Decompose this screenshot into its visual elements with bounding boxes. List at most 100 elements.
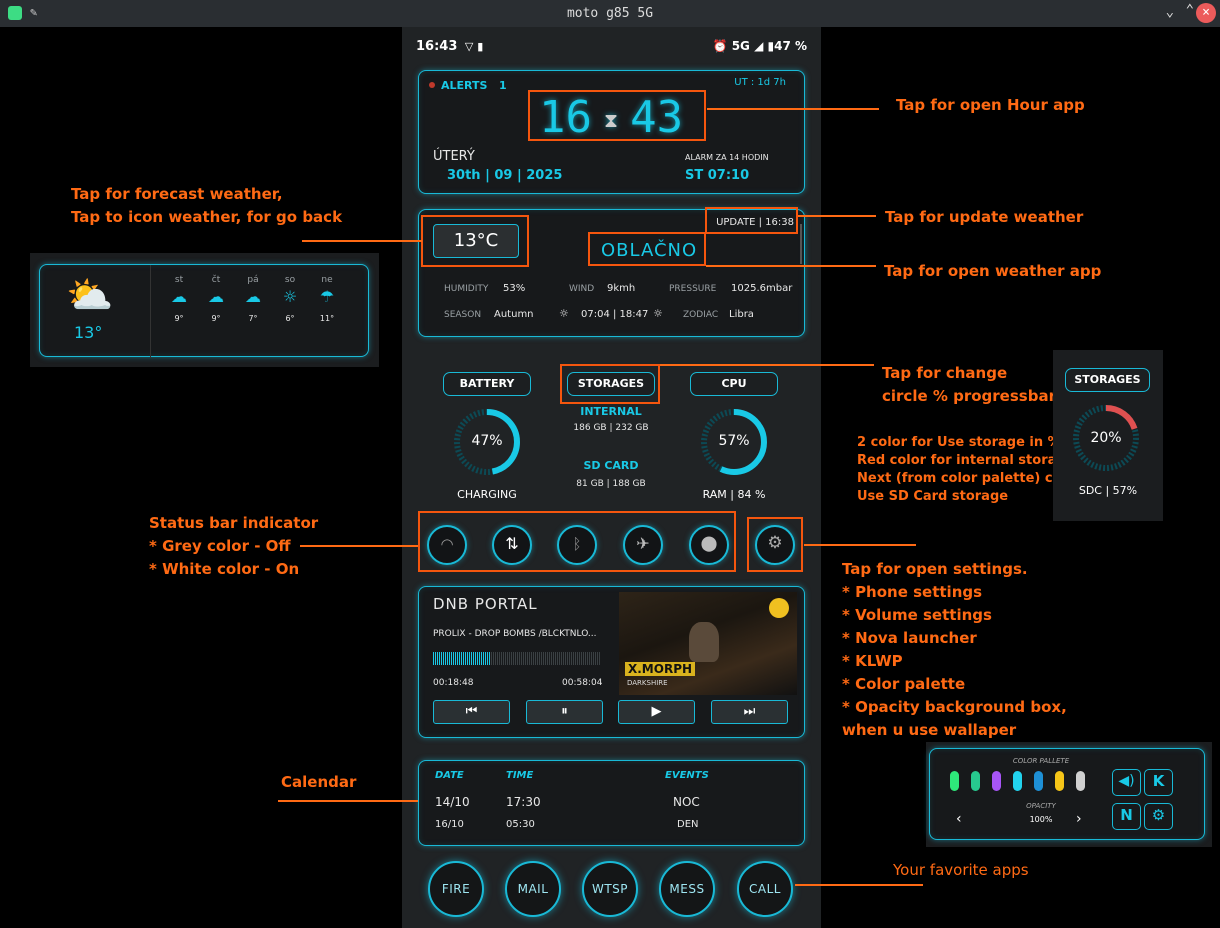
pause-icon: ⏸ xyxy=(561,704,568,719)
calendar-header-events: EVENTS xyxy=(665,770,709,781)
palette-color-swatch[interactable] xyxy=(950,771,959,791)
forecast-card[interactable]: ⛅ 13° st ☁ 9° čt ☁ 9° pá ☁ 7° so ☼ 6° ne… xyxy=(39,264,369,358)
total-time: 00:58:04 xyxy=(562,678,603,688)
art-subtitle: DARKSHIRE xyxy=(627,679,668,687)
chevron-left-icon[interactable]: ‹ xyxy=(956,811,962,827)
palette-color-swatch[interactable] xyxy=(992,771,1001,791)
annotation-circle-1: Tap for change xyxy=(882,364,1008,382)
status-bar: 16:43 ▽ ▮ ⏰ 5G ◢ ▮47 % xyxy=(416,39,807,57)
connector-line xyxy=(798,215,876,217)
date-text: 30th | 09 | 2025 xyxy=(447,168,563,183)
chevron-right-icon[interactable]: › xyxy=(1076,811,1082,827)
calendar-row-date: 14/10 xyxy=(435,795,470,809)
forecast-current-temp: 13° xyxy=(74,323,103,342)
annotation-settings-2: * Phone settings xyxy=(842,583,983,601)
vpn-icon: ▽ ▮ xyxy=(464,40,484,53)
connector-line xyxy=(706,265,876,267)
highlight-settings xyxy=(747,517,803,572)
progress-remaining[interactable] xyxy=(491,652,601,665)
wind-label: WIND xyxy=(569,284,595,294)
app-whatsapp[interactable]: WTSP xyxy=(582,861,638,917)
ram-value: RAM | 84 % xyxy=(702,488,766,501)
previous-button[interactable]: ⏮ xyxy=(433,700,510,724)
palette-color-swatch[interactable] xyxy=(1013,771,1022,791)
day-name: ÚTERÝ xyxy=(433,149,475,164)
app-fire[interactable]: FIRE xyxy=(428,861,484,917)
season-label: SEASON xyxy=(444,310,482,320)
music-title: DNB PORTAL xyxy=(433,595,538,613)
calendar-header-time: TIME xyxy=(506,770,534,781)
highlight-condition xyxy=(588,232,706,266)
nova-button[interactable]: N xyxy=(1112,803,1141,830)
calendar-row-event: DEN xyxy=(677,819,699,830)
storage-popup: STORAGES 20% SDC | 57% xyxy=(1053,350,1163,521)
rain-icon: ☂ xyxy=(319,287,335,306)
forecast-days: st ☁ 9° čt ☁ 9° pá ☁ 7° so ☼ 6° ne ☂ 11° xyxy=(150,265,350,358)
sdc-value: SDC | 57% xyxy=(1078,484,1138,497)
cloudy-sun-icon[interactable]: ⛅ xyxy=(66,273,113,318)
annotation-settings-8: when u use wallaper xyxy=(842,721,1017,739)
sun-icon: ☼ xyxy=(282,287,298,306)
phone-settings-button[interactable]: ⚙ xyxy=(1144,803,1173,830)
highlight-temperature xyxy=(421,215,529,267)
internal-label: INTERNAL xyxy=(580,405,642,418)
connector-line xyxy=(300,545,418,547)
chevron-up-icon[interactable]: ⌃ xyxy=(1186,2,1194,18)
window-titlebar: ✎ moto g85 5G ⌄ ⌃ × xyxy=(0,0,1220,27)
pause-button[interactable]: ⏸ xyxy=(526,700,603,724)
annotation-favorite: Your favorite apps xyxy=(893,861,1029,879)
close-icon[interactable]: × xyxy=(1196,3,1216,23)
forecast-day: ne ☂ 11° xyxy=(317,275,337,323)
sunset-icon: ☼ xyxy=(653,307,663,320)
pressure-label: PRESSURE xyxy=(669,284,717,294)
calendar-row-event: NOC xyxy=(673,795,700,809)
volume-button[interactable]: ◀) xyxy=(1112,769,1141,796)
annotation-settings-1: Tap for open settings. xyxy=(842,560,1028,578)
forecast-day: pá ☁ 7° xyxy=(245,275,261,323)
play-button[interactable]: ▶ xyxy=(618,700,695,724)
progress-played[interactable] xyxy=(433,652,491,665)
next-button[interactable]: ⏭ xyxy=(711,700,788,724)
alerts-label[interactable]: ALERTS xyxy=(441,79,487,92)
app-mail[interactable]: MAIL xyxy=(505,861,561,917)
cpu-button[interactable]: CPU xyxy=(690,372,778,396)
weather-icon: ☁ xyxy=(245,287,261,306)
alerts-count: 1 xyxy=(499,79,507,92)
annotation-circle-2: circle % progressbar xyxy=(882,387,1056,405)
palette-color-swatch[interactable] xyxy=(1076,771,1085,791)
annotation-storage-2: Red color for internal storage xyxy=(857,453,1075,468)
humidity-value: 53% xyxy=(503,283,526,294)
sunrise-icon: ☼ xyxy=(559,307,569,320)
connector-line xyxy=(707,108,879,110)
status-time: 16:43 xyxy=(416,39,458,54)
klwp-button[interactable]: K xyxy=(1144,769,1173,796)
palette-color-swatch[interactable] xyxy=(1034,771,1043,791)
connector-line xyxy=(278,800,418,802)
album-art[interactable]: X.MORPH DARKSHIRE xyxy=(619,592,797,695)
storage-percent: 20% xyxy=(1090,430,1122,446)
chevron-down-icon[interactable]: ⌄ xyxy=(1166,4,1174,20)
weather-icon: ☁ xyxy=(208,287,224,306)
app-messenger[interactable]: MESS xyxy=(659,861,715,917)
scrollbar[interactable] xyxy=(800,224,802,264)
app-call[interactable]: CALL xyxy=(737,861,793,917)
calendar-card[interactable]: DATE TIME EVENTS 14/10 17:30 NOC 16/10 0… xyxy=(418,760,805,846)
highlight-indicators xyxy=(418,511,736,572)
previous-icon: ⏮ xyxy=(465,704,478,719)
art-title: X.MORPH xyxy=(625,662,696,676)
status-right: ⏰ 5G ◢ ▮47 % xyxy=(712,39,807,53)
annotation-status-2: * Grey color - Off xyxy=(149,537,291,555)
color-palette xyxy=(950,771,1100,793)
battery-button[interactable]: BATTERY xyxy=(443,372,531,396)
connector-line xyxy=(660,364,874,366)
storages-popup-button[interactable]: STORAGES xyxy=(1065,368,1150,392)
annotation-storage-4: Use SD Card storage xyxy=(857,489,1009,504)
annotation-status-1: Status bar indicator xyxy=(149,514,319,532)
alarm-label: ALARM ZA 14 HODIN xyxy=(685,153,769,162)
palette-color-swatch[interactable] xyxy=(1055,771,1064,791)
palette-color-swatch[interactable] xyxy=(971,771,980,791)
calendar-row-date: 16/10 xyxy=(435,819,464,830)
alarm-time: ST 07:10 xyxy=(685,168,750,183)
uptime: UT : 1d 7h xyxy=(734,77,786,88)
connector-line xyxy=(302,240,422,242)
